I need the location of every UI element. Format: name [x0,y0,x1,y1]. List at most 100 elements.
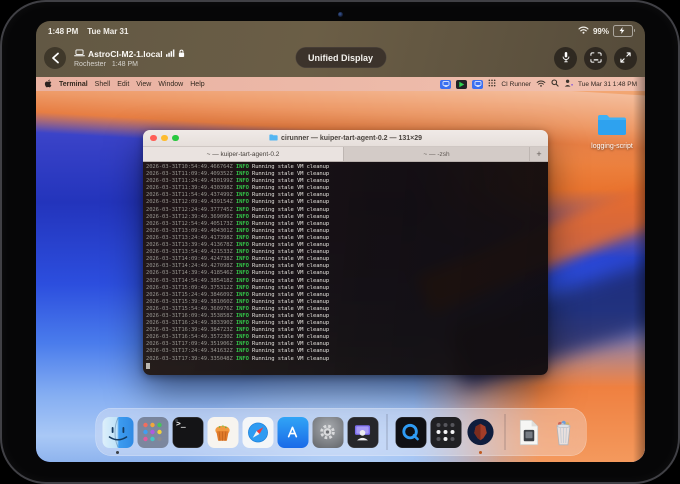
ci-runner-status-item[interactable]: CI Runner [501,81,531,88]
dock-terminal-icon[interactable]: >_ [172,417,203,448]
macos-menu-bar: Terminal Shell Edit View Window Help CI Runne… [36,77,645,91]
back-button[interactable] [44,47,66,69]
running-indicator [175,419,178,422]
unified-display-button[interactable]: Unified Display [295,47,386,68]
terminal-title-bar[interactable]: cirunner — kuiper-tart-agent-0.2 — 131×2… [143,130,548,147]
host-time: 1:48 PM [112,61,138,68]
dock-launchpad-icon[interactable] [137,417,168,448]
terminal-log-line: 2026-03-31T16:24:49.383390Z INFO Running… [146,320,548,327]
dock-document-icon[interactable] [513,417,544,448]
terminal-output[interactable]: 2026-03-31T10:54:49.466764Z INFO Running… [143,162,548,375]
menu-shell[interactable]: Shell [95,81,111,88]
dock-app-store-icon[interactable] [277,417,308,448]
status-date: Tue Mar 31 [87,27,128,36]
desktop-area: logging-script cirunner — [36,91,645,462]
terminal-log-line: 2026-03-31T15:24:49.384609Z INFO Running… [146,292,548,299]
signal-bars-icon [166,49,175,59]
running-indicator [116,451,119,454]
macos-desktop: Terminal Shell Edit View Window Help CI Runne… [36,77,645,462]
ipad-device: 1:48 PM Tue Mar 31 99% [0,0,680,484]
window-title: cirunner — kuiper-tart-agent-0.2 — 131×2… [281,135,422,142]
terminal-log-line: 2026-03-31T11:39:49.430398Z INFO Running… [146,185,548,192]
dock-separator [386,414,387,450]
expand-icon [620,51,631,66]
lock-icon [178,49,185,60]
terminal-tab-bar: ~ — kuiper-tart-agent-0.2 ~ — -zsh + [143,147,548,162]
display-icon[interactable] [472,80,483,89]
dock-trash-icon[interactable] [548,417,579,448]
ipad-status-bar: 1:48 PM Tue Mar 31 99% [48,25,633,37]
terminal-log-line: 2026-03-31T13:39:49.413678Z INFO Running… [146,242,548,249]
zoom-window-button[interactable] [172,135,179,142]
dock-quicktime-icon[interactable] [395,417,426,448]
screen-frame-icon [590,51,602,66]
terminal-log-line: 2026-03-31T16:39:49.384723Z INFO Running… [146,327,548,334]
status-time: 1:48 PM [48,27,78,36]
dots-grid-icon[interactable] [488,79,496,89]
screen-frame-button[interactable] [584,47,607,70]
terminal-log-line: 2026-03-31T14:24:49.427098Z INFO Running… [146,263,548,270]
host-name: AstroCI-M2-1.local [88,49,163,59]
terminal-log-line: 2026-03-31T15:39:49.381060Z INFO Running… [146,299,548,306]
dock-tart-icon[interactable] [207,417,238,448]
display-mirror-icon[interactable] [440,80,451,89]
minimize-window-button[interactable] [161,135,168,142]
dock-system-settings-icon[interactable] [312,417,343,448]
menu-terminal[interactable]: Terminal [59,81,88,88]
microphone-icon [561,51,571,66]
terminal-log-line: 2026-03-31T12:09:49.439154Z INFO Running… [146,199,548,206]
folder-label: logging-script [580,143,644,150]
folder-icon [597,123,627,140]
wifi-menu-icon[interactable] [536,80,546,89]
menu-bar-clock[interactable]: Tue Mar 31 1:48 PM [578,81,637,88]
close-window-button[interactable] [150,135,157,142]
remote-toolbar: AstroCI-M2-1.local Rochester 1:48 PM Uni… [44,43,637,73]
dock-safari-icon[interactable] [242,417,273,448]
terminal-log-line: 2026-03-31T14:09:49.424738Z INFO Running… [146,256,548,263]
terminal-log-line: 2026-03-31T12:39:49.369096Z INFO Running… [146,214,548,221]
laptop-icon [74,49,85,59]
new-tab-button[interactable]: + [529,147,548,161]
menu-window[interactable]: Window [158,81,183,88]
terminal-log-line: 2026-03-31T14:54:49.385418Z INFO Running… [146,278,548,285]
battery-charging-icon [613,25,633,37]
search-icon[interactable] [551,79,559,89]
front-camera [338,12,343,17]
battery-percent: 99% [593,27,609,36]
dock-tailscale-icon[interactable] [430,417,461,448]
terminal-log-line: 2026-03-31T16:54:49.357230Z INFO Running… [146,334,548,341]
dock-finder-icon[interactable] [102,417,133,448]
terminal-log-line: 2026-03-31T17:24:49.341632Z INFO Running… [146,348,548,355]
dock-separator [504,414,505,450]
microphone-button[interactable] [554,47,577,70]
dock-screen-sharing-icon[interactable] [347,417,378,448]
terminal-log-line: 2026-03-31T17:39:49.335048Z INFO Running… [146,356,548,363]
terminal-log-line: 2026-03-31T12:54:49.405173Z INFO Running… [146,221,548,228]
terminal-log-line: 2026-03-31T11:24:49.430199Z INFO Running… [146,178,548,185]
menu-help[interactable]: Help [190,81,204,88]
host-location: Rochester [74,61,106,68]
remote-app-chrome: 1:48 PM Tue Mar 31 99% [36,21,645,77]
terminal-window[interactable]: cirunner — kuiper-tart-agent-0.2 — 131×2… [143,130,548,375]
terminal-log-line: 2026-03-31T13:54:49.421533Z INFO Running… [146,249,548,256]
screen: 1:48 PM Tue Mar 31 99% [36,21,645,462]
menu-edit[interactable]: Edit [117,81,129,88]
expand-button[interactable] [614,47,637,70]
menu-view[interactable]: View [136,81,151,88]
terminal-log-line: 2026-03-31T14:39:49.418546Z INFO Running… [146,270,548,277]
proxy-folder-icon [269,134,278,143]
terminal-log-line: 2026-03-31T17:09:49.351906Z INFO Running… [146,341,548,348]
tab-kuiper-tart-agent[interactable]: ~ — kuiper-tart-agent-0.2 [143,147,343,161]
user-switch-icon[interactable] [564,79,573,89]
host-info[interactable]: AstroCI-M2-1.local Rochester 1:48 PM [74,49,185,68]
dock-wolf-agent-icon[interactable] [465,417,496,448]
tab-zsh[interactable]: ~ — -zsh [343,147,529,161]
apple-menu-icon[interactable] [44,79,52,90]
terminal-log-line: 2026-03-31T11:09:49.409352Z INFO Running… [146,171,548,178]
desktop-folder-logging-script[interactable]: logging-script [580,113,644,150]
running-indicator [479,451,482,454]
terminal-log-line: 2026-03-31T13:24:49.417398Z INFO Running… [146,235,548,242]
dock: >_ [95,408,586,456]
screen-record-icon[interactable] [456,80,467,89]
terminal-log-line: 2026-03-31T15:54:49.360976Z INFO Running… [146,306,548,313]
